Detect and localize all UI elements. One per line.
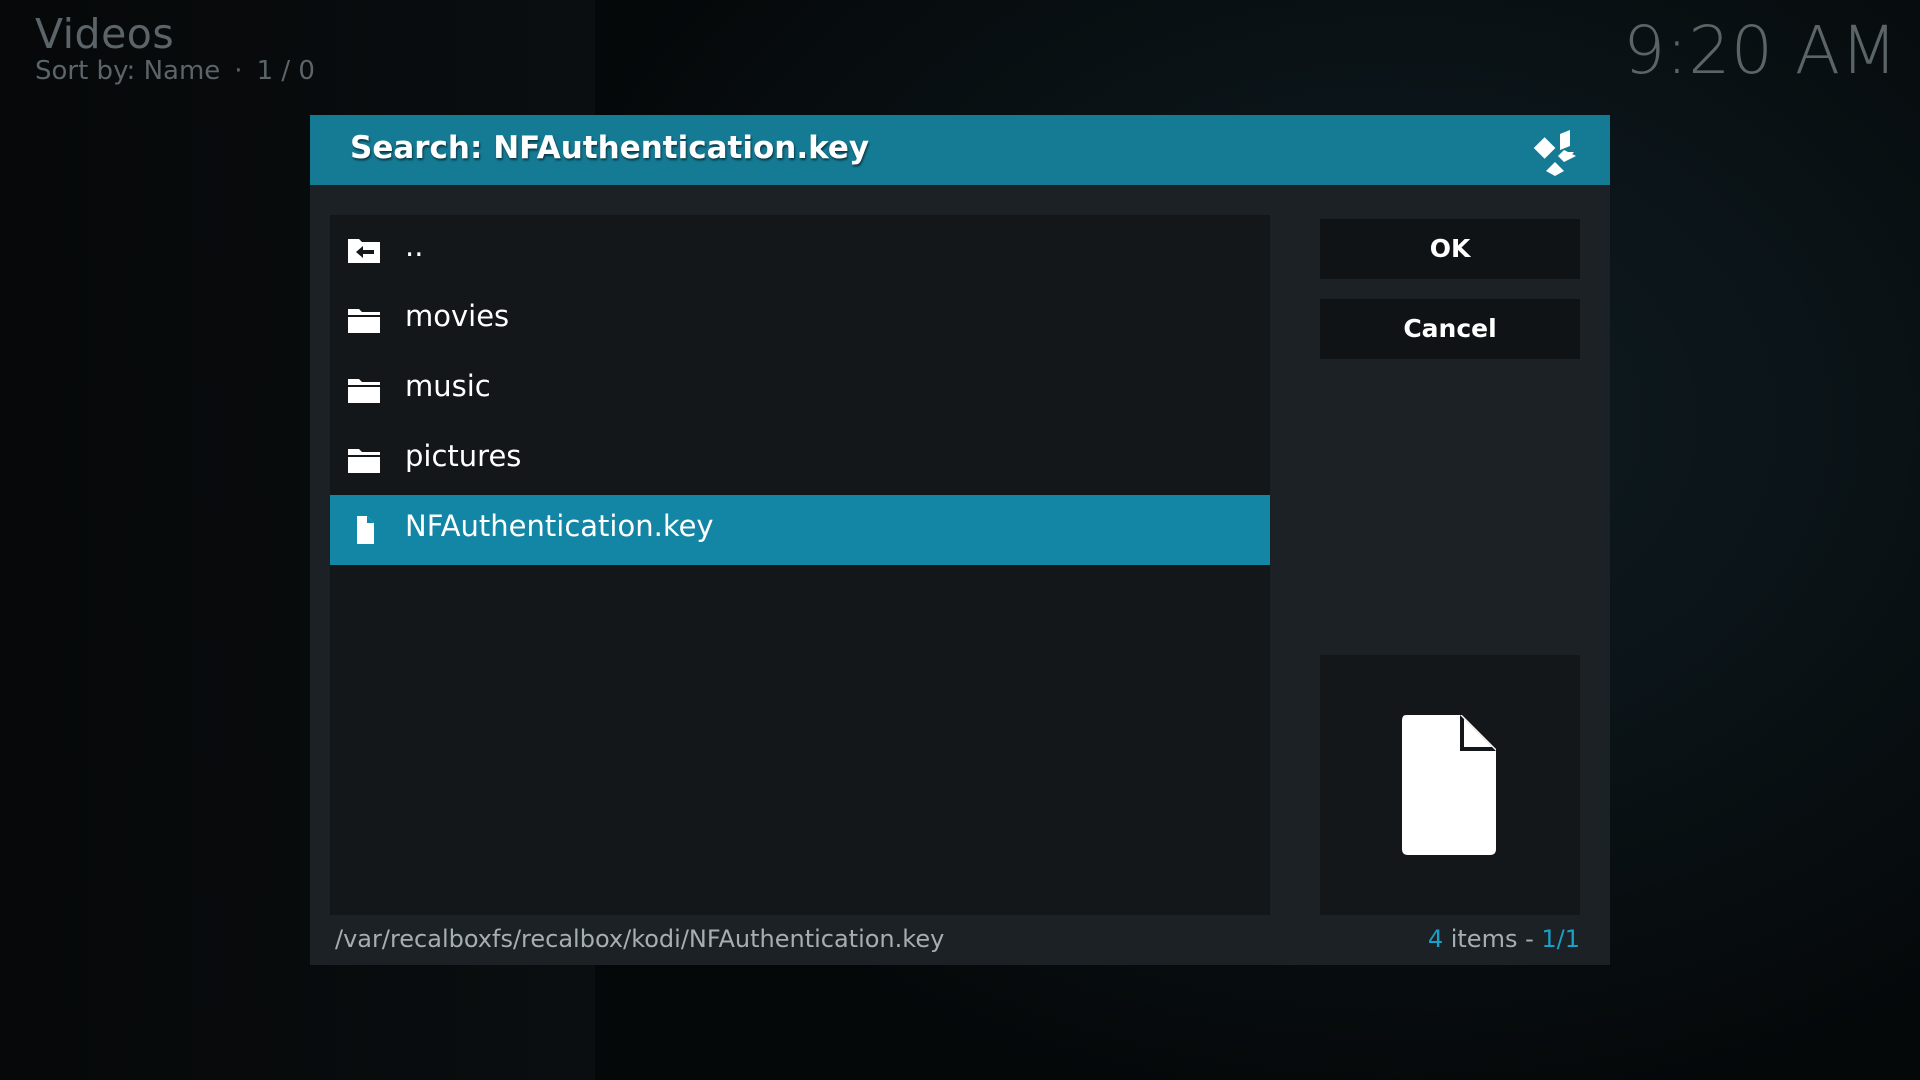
separator-dot: ·	[234, 56, 243, 86]
list-item-label: ..	[405, 229, 424, 263]
clock: 9:20 AM	[1623, 12, 1898, 89]
list-item-label: movies	[405, 299, 510, 333]
file-icon	[1402, 715, 1496, 855]
sort-label: Sort by: Name	[35, 56, 221, 86]
folder-icon	[348, 449, 380, 473]
sort-info: Sort by: Name · 1 / 0	[35, 56, 315, 86]
preview-thumbnail	[1320, 655, 1580, 915]
list-item-parent[interactable]: ..	[330, 215, 1270, 285]
cancel-button[interactable]: Cancel	[1320, 299, 1580, 359]
window-title: Videos	[35, 10, 175, 58]
current-path: /var/recalboxfs/recalbox/kodi/NFAuthenti…	[335, 925, 945, 953]
list-item-label: pictures	[405, 439, 522, 473]
list-item-label: NFAuthentication.key	[405, 509, 714, 543]
ok-button[interactable]: OK	[1320, 219, 1580, 279]
file-icon	[357, 516, 374, 544]
item-count: 4 items - 1/1	[1428, 925, 1580, 953]
kodi-logo-icon	[1533, 130, 1576, 176]
folder-icon	[348, 379, 380, 403]
page-info: 1 / 0	[256, 56, 315, 86]
item-count-text: items -	[1443, 925, 1542, 953]
dialog-header: Search: NFAuthentication.key	[310, 115, 1610, 185]
list-item-label: music	[405, 369, 491, 403]
list-item-music[interactable]: music	[330, 355, 1270, 425]
list-item-movies[interactable]: movies	[330, 285, 1270, 355]
page-count: 1/1	[1541, 925, 1580, 953]
list-item-nfauthentication-key[interactable]: NFAuthentication.key	[330, 495, 1270, 565]
folder-icon	[348, 309, 380, 333]
item-count-number: 4	[1427, 925, 1444, 953]
file-list[interactable]: .. movies music pictures NFAuthenticatio…	[330, 215, 1270, 915]
parent-folder-icon	[348, 239, 380, 263]
dialog-title: Search: NFAuthentication.key	[350, 130, 870, 166]
kodi-screen: Videos Sort by: Name · 1 / 0 9:20 AM Searc…	[0, 0, 1920, 1080]
file-browser-dialog: Search: NFAuthentication.key .. movies m…	[310, 115, 1610, 965]
list-item-pictures[interactable]: pictures	[330, 425, 1270, 495]
